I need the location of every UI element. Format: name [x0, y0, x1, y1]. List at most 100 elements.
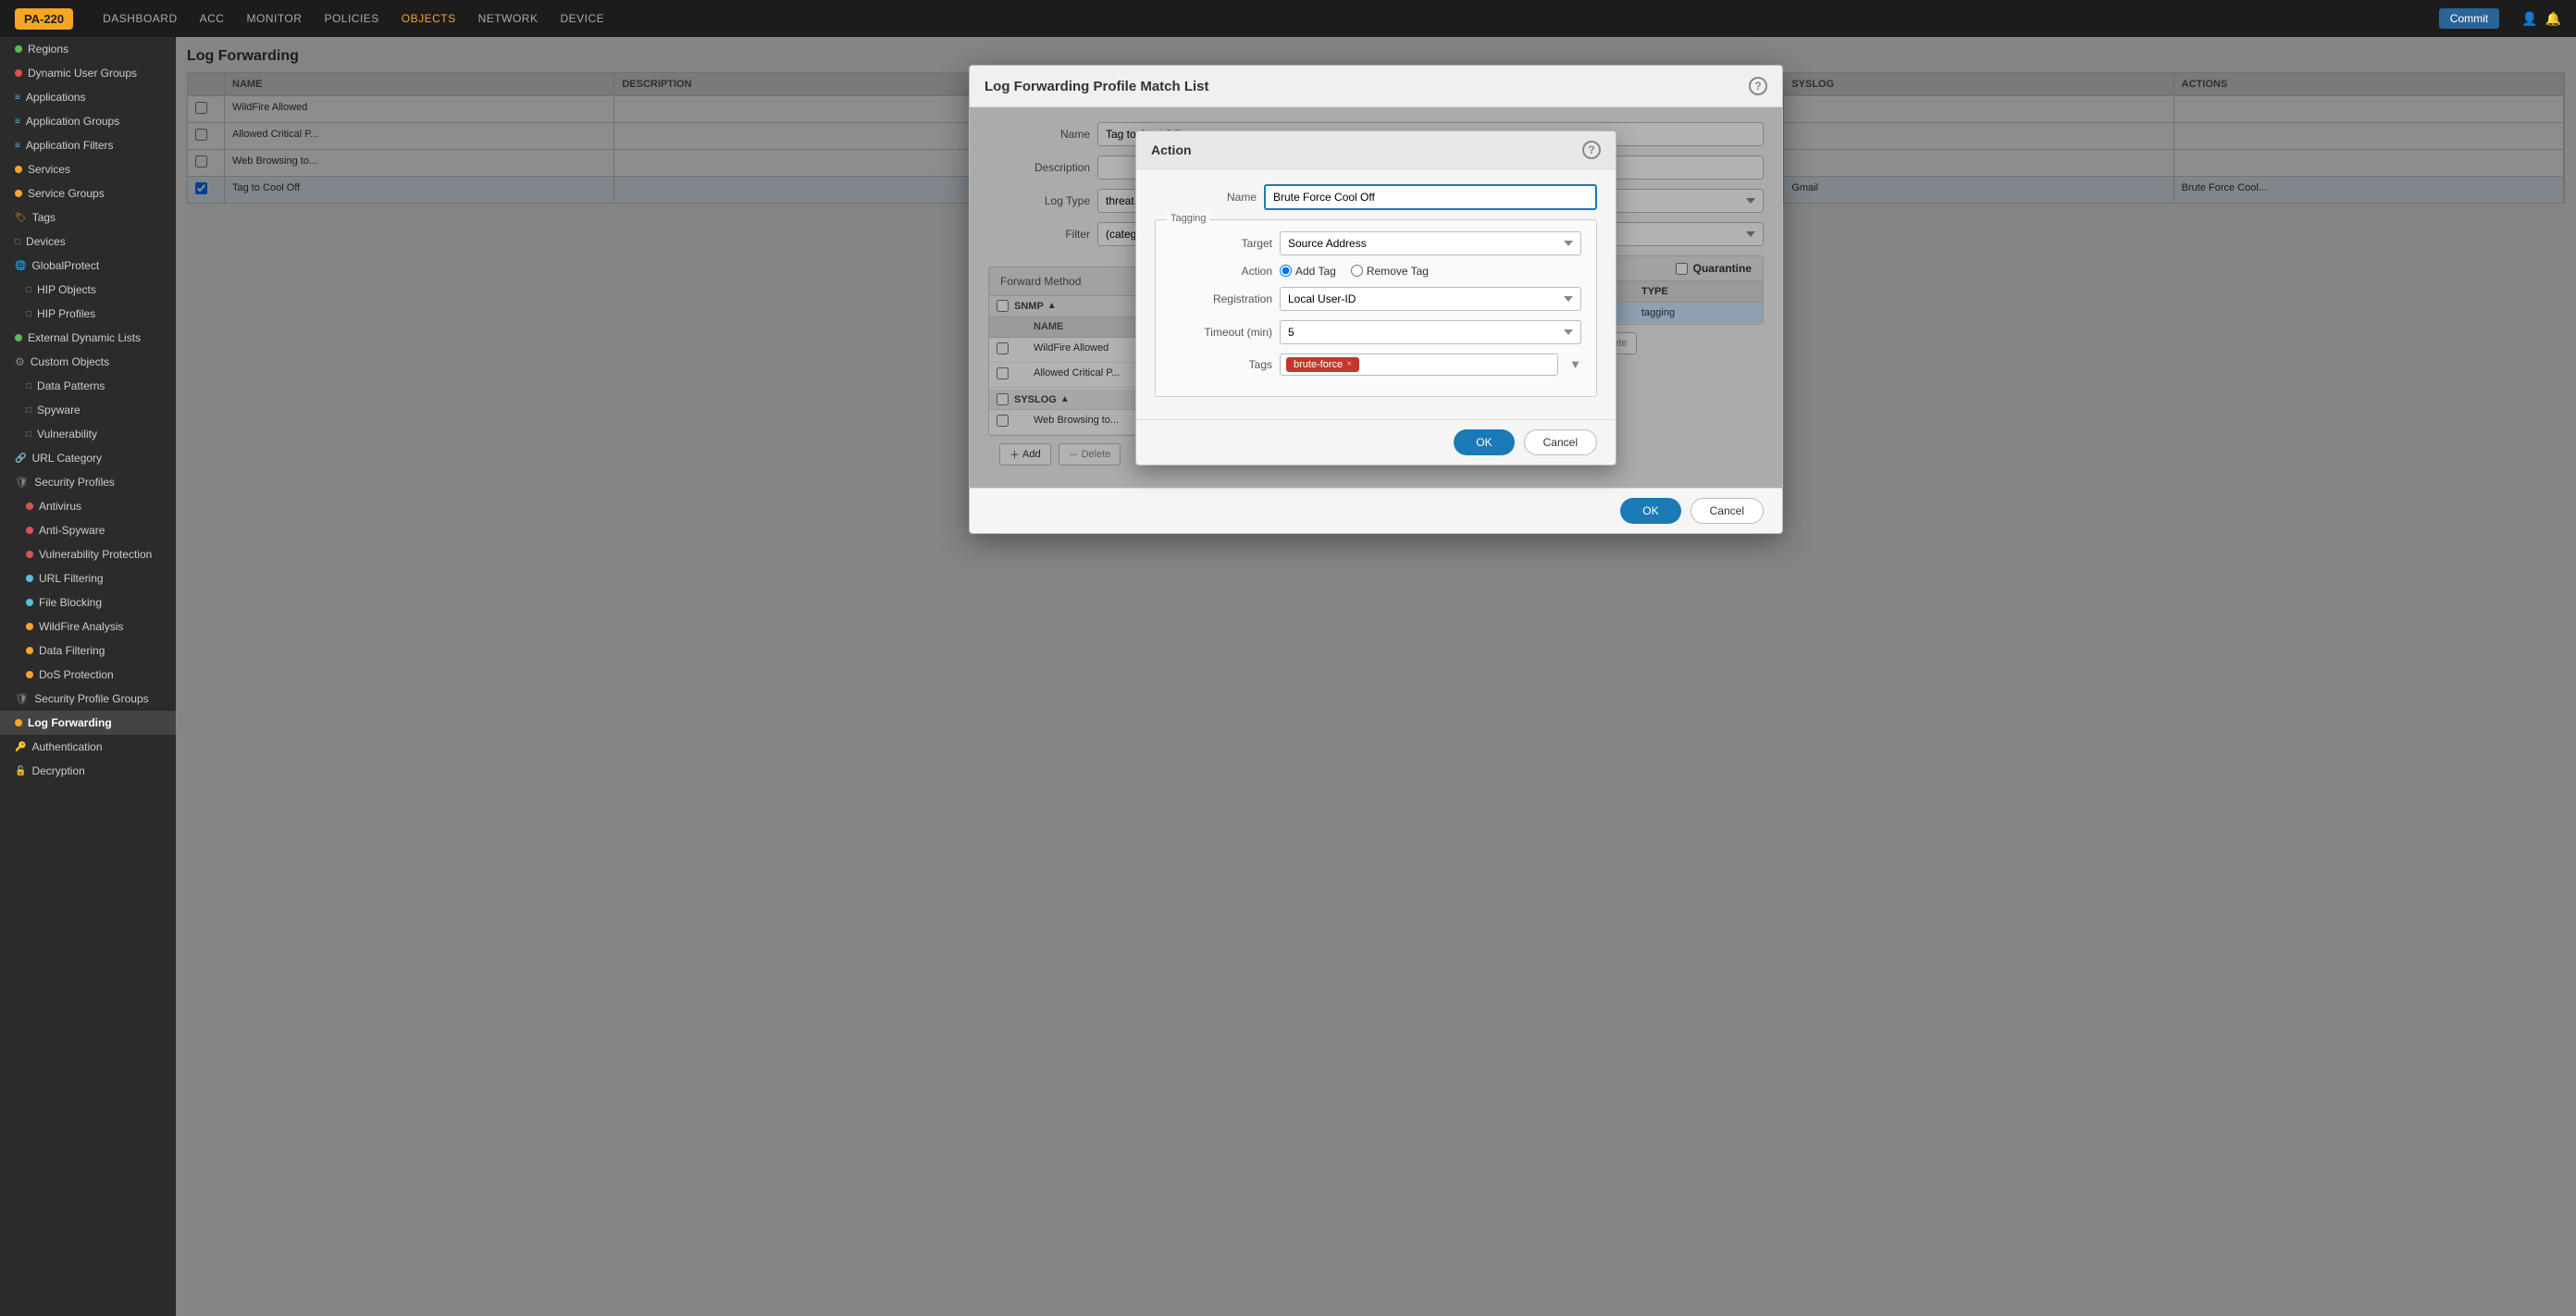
- sidebar-item-devices[interactable]: □ Devices: [0, 230, 176, 254]
- nav-policies[interactable]: POLICIES: [324, 12, 378, 25]
- profile-ok-button[interactable]: OK: [1620, 498, 1680, 524]
- sidebar-item-vuln-protection[interactable]: Vulnerability Protection: [0, 542, 176, 566]
- profile-dialog-footer: OK Cancel: [970, 488, 1782, 533]
- sidebar-item-security-profiles[interactable]: 🛡 Security Profiles: [0, 470, 176, 494]
- sidebar-item-antivirus[interactable]: Antivirus: [0, 494, 176, 518]
- data-pat-icon: □: [26, 381, 31, 391]
- tag-chip-remove[interactable]: ×: [1346, 359, 1352, 369]
- gp-icon: 🌐: [15, 261, 26, 271]
- action-dialog-overlay: Action ? Name: [970, 107, 1782, 488]
- profile-cancel-button[interactable]: Cancel: [1690, 498, 1764, 524]
- sidebar-item-app-groups[interactable]: ≡ Application Groups: [0, 109, 176, 133]
- devices-icon: □: [15, 237, 20, 247]
- timeout-label: Timeout (min): [1170, 326, 1272, 339]
- sidebar-item-hip-profiles[interactable]: □ HIP Profiles: [0, 302, 176, 326]
- action-name-label: Name: [1155, 191, 1257, 204]
- nav-device[interactable]: DEVICE: [560, 12, 604, 25]
- anti-spy-icon: [26, 527, 33, 534]
- sidebar-item-wildfire[interactable]: WildFire Analysis: [0, 615, 176, 639]
- sidebar-item-service-groups[interactable]: Service Groups: [0, 181, 176, 205]
- vp-icon: [26, 551, 33, 558]
- hip-prof-icon: □: [26, 309, 31, 319]
- registration-select[interactable]: Local User-ID: [1280, 287, 1581, 311]
- sidebar-item-tags[interactable]: 🏷 Tags: [0, 205, 176, 230]
- sidebar-item-data-patterns[interactable]: □ Data Patterns: [0, 374, 176, 398]
- nav-network[interactable]: NETWORK: [478, 12, 539, 25]
- sidebar-item-globalprotect[interactable]: 🌐 GlobalProtect: [0, 254, 176, 278]
- antivirus-icon: [26, 503, 33, 510]
- registration-label: Registration: [1170, 292, 1272, 305]
- action-ok-button[interactable]: OK: [1454, 429, 1514, 455]
- action-dialog-help-icon[interactable]: ?: [1582, 141, 1601, 159]
- sidebar-item-vulnerability[interactable]: □ Vulnerability: [0, 422, 176, 446]
- file-block-icon: [26, 599, 33, 606]
- timeout-input[interactable]: [1280, 320, 1581, 344]
- notification-icon[interactable]: 🔔: [2545, 11, 2561, 27]
- spyware-icon: □: [26, 405, 31, 416]
- action-dialog: Action ? Name: [1135, 130, 1616, 466]
- app-groups-icon: ≡: [15, 117, 20, 127]
- profile-dialog-help-icon[interactable]: ?: [1749, 77, 1767, 95]
- dug-icon: [15, 69, 22, 77]
- target-select[interactable]: Source Address: [1280, 231, 1581, 255]
- action-dialog-title: Action: [1151, 143, 1192, 157]
- profile-dialog-title: Log Forwarding Profile Match List: [985, 79, 1209, 94]
- url-filt-icon: [26, 575, 33, 582]
- sidebar-item-hip-objects[interactable]: □ HIP Objects: [0, 278, 176, 302]
- sidebar-item-dynamic-user-groups[interactable]: Dynamic User Groups: [0, 61, 176, 85]
- action-dialog-footer: OK Cancel: [1136, 419, 1616, 465]
- tagging-legend: Tagging: [1167, 213, 1210, 224]
- regions-icon: [15, 45, 22, 53]
- vuln-icon: □: [26, 429, 31, 440]
- sidebar-item-sec-profile-groups[interactable]: 🛡 Security Profile Groups: [0, 687, 176, 711]
- tagging-section: Tagging Target Source Address: [1155, 219, 1597, 397]
- hip-obj-icon: □: [26, 285, 31, 295]
- sec-prof-icon: 🛡: [15, 476, 29, 489]
- sidebar-item-applications[interactable]: ≡ Applications: [0, 85, 176, 109]
- services-icon: [15, 166, 22, 173]
- target-label: Target: [1170, 237, 1272, 250]
- user-icon[interactable]: 👤: [2521, 11, 2537, 27]
- sidebar-item-decryption[interactable]: 🔓 Decryption: [0, 759, 176, 783]
- registration-row: Registration Local User-ID: [1170, 287, 1581, 311]
- tags-icon: 🏷: [15, 213, 27, 223]
- profile-dialog-body: Name Description Log Type threat: [970, 107, 1782, 488]
- action-cancel-button[interactable]: Cancel: [1524, 429, 1597, 455]
- action-dialog-body: Name Tagging Target: [1136, 169, 1616, 419]
- sidebar-item-dos-protection[interactable]: DoS Protection: [0, 663, 176, 687]
- sidebar-item-app-filters[interactable]: ≡ Application Filters: [0, 133, 176, 157]
- url-cat-icon: 🔗: [15, 453, 26, 464]
- sidebar-item-data-filtering[interactable]: Data Filtering: [0, 639, 176, 663]
- tags-dropdown-icon[interactable]: ▼: [1569, 357, 1581, 371]
- sidebar-item-services[interactable]: Services: [0, 157, 176, 181]
- ext-dyn-icon: [15, 334, 22, 341]
- remove-tag-radio[interactable]: Remove Tag: [1351, 265, 1429, 278]
- sidebar-item-url-filtering[interactable]: URL Filtering: [0, 566, 176, 590]
- sidebar-item-custom-objects[interactable]: ⚙ Custom Objects: [0, 350, 176, 374]
- timeout-row: Timeout (min): [1170, 320, 1581, 344]
- sidebar-item-regions[interactable]: Regions: [0, 37, 176, 61]
- nav-dashboard[interactable]: DASHBOARD: [103, 12, 178, 25]
- sidebar-item-file-blocking[interactable]: File Blocking: [0, 590, 176, 615]
- sidebar-item-spyware[interactable]: □ Spyware: [0, 398, 176, 422]
- apps-icon: ≡: [15, 93, 20, 103]
- add-tag-radio[interactable]: Add Tag: [1280, 265, 1336, 278]
- dialog-overlay: Log Forwarding Profile Match List ? Name…: [176, 37, 2576, 1316]
- tags-input[interactable]: brute-force ×: [1280, 354, 1558, 376]
- nav-acc[interactable]: ACC: [200, 12, 225, 25]
- action-name-row: Name: [1155, 184, 1597, 210]
- sidebar-item-log-forwarding[interactable]: Log Forwarding: [0, 711, 176, 735]
- dos-icon: [26, 671, 33, 678]
- spg-icon: 🛡: [15, 692, 29, 705]
- sidebar-item-url-category[interactable]: 🔗 URL Category: [0, 446, 176, 470]
- sidebar-item-anti-spyware[interactable]: Anti-Spyware: [0, 518, 176, 542]
- commit-button[interactable]: Commit: [2439, 8, 2499, 29]
- action-name-input[interactable]: [1264, 184, 1597, 210]
- nav-monitor[interactable]: MONITOR: [246, 12, 302, 25]
- tags-row: Tags brute-force × ▼: [1170, 354, 1581, 376]
- profile-dialog-header: Log Forwarding Profile Match List ?: [970, 66, 1782, 107]
- nav-objects[interactable]: OBJECTS: [402, 12, 456, 25]
- sidebar-item-authentication[interactable]: 🔑 Authentication: [0, 735, 176, 759]
- sidebar-item-ext-dynamic[interactable]: External Dynamic Lists: [0, 326, 176, 350]
- profile-match-list-dialog: Log Forwarding Profile Match List ? Name…: [969, 65, 1783, 534]
